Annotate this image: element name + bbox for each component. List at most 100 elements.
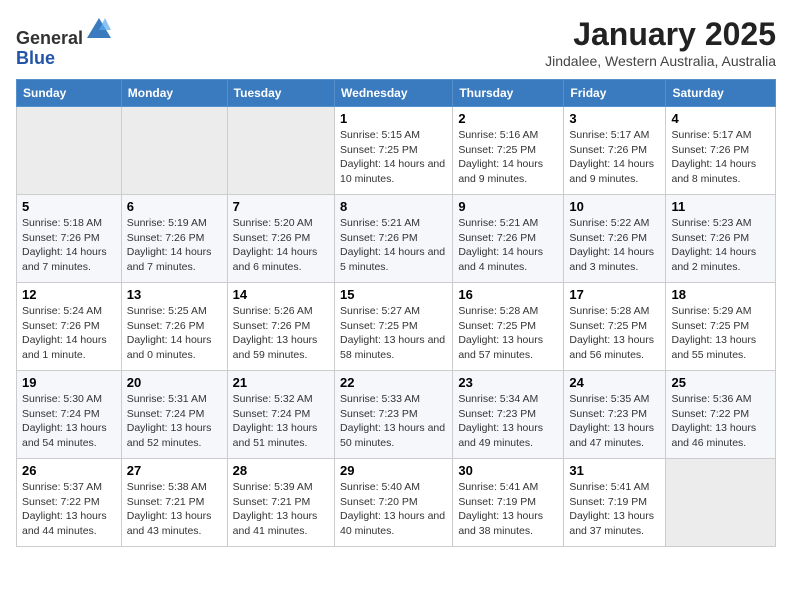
day-number: 27 (127, 463, 222, 478)
day-info: Sunrise: 5:17 AMSunset: 7:26 PMDaylight:… (671, 128, 770, 187)
calendar-week-row: 26Sunrise: 5:37 AMSunset: 7:22 PMDayligh… (17, 459, 776, 547)
day-info: Sunrise: 5:38 AMSunset: 7:21 PMDaylight:… (127, 480, 222, 539)
calendar-cell: 3 Sunrise: 5:17 AMSunset: 7:26 PMDaylight… (564, 107, 666, 195)
day-number: 22 (340, 375, 447, 390)
day-info: Sunrise: 5:15 AMSunset: 7:25 PMDaylight:… (340, 128, 447, 187)
calendar-cell: 22 Sunrise: 5:33 AMSunset: 7:23 PMDayligh… (335, 371, 453, 459)
day-info: Sunrise: 5:27 AMSunset: 7:25 PMDaylight:… (340, 304, 447, 363)
day-info: Sunrise: 5:21 AMSunset: 7:26 PMDaylight:… (458, 216, 558, 275)
logo-blue: Blue (16, 48, 55, 68)
day-number: 10 (569, 199, 660, 214)
day-info: Sunrise: 5:31 AMSunset: 7:24 PMDaylight:… (127, 392, 222, 451)
day-number: 7 (233, 199, 329, 214)
calendar-cell: 20Sunrise: 5:31 AMSunset: 7:24 PMDayligh… (121, 371, 227, 459)
day-number: 14 (233, 287, 329, 302)
calendar-cell (666, 459, 776, 547)
calendar-cell: 27 Sunrise: 5:38 AMSunset: 7:21 PMDayligh… (121, 459, 227, 547)
day-info: Sunrise: 5:25 AMSunset: 7:26 PMDaylight:… (127, 304, 222, 363)
day-number: 31 (569, 463, 660, 478)
calendar-cell: 8 Sunrise: 5:21 AMSunset: 7:26 PMDaylight… (335, 195, 453, 283)
day-number: 6 (127, 199, 222, 214)
calendar-cell: 15Sunrise: 5:27 AMSunset: 7:25 PMDayligh… (335, 283, 453, 371)
day-info: Sunrise: 5:30 AMSunset: 7:24 PMDaylight:… (22, 392, 116, 451)
calendar-cell: 18 Sunrise: 5:29 AMSunset: 7:25 PMDayligh… (666, 283, 776, 371)
day-info: Sunrise: 5:39 AMSunset: 7:21 PMDaylight:… (233, 480, 329, 539)
day-info: Sunrise: 5:34 AMSunset: 7:23 PMDaylight:… (458, 392, 558, 451)
day-info: Sunrise: 5:35 AMSunset: 7:23 PMDaylight:… (569, 392, 660, 451)
calendar-cell: 2 Sunrise: 5:16 AMSunset: 7:25 PMDaylight… (453, 107, 564, 195)
day-info: Sunrise: 5:29 AMSunset: 7:25 PMDaylight:… (671, 304, 770, 363)
calendar-cell: 21 Sunrise: 5:32 AMSunset: 7:24 PMDayligh… (227, 371, 334, 459)
calendar-cell: 10 Sunrise: 5:22 AMSunset: 7:26 PMDayligh… (564, 195, 666, 283)
col-header-wednesday: Wednesday (335, 80, 453, 107)
day-number: 11 (671, 199, 770, 214)
day-info: Sunrise: 5:17 AMSunset: 7:26 PMDaylight:… (569, 128, 660, 187)
day-info: Sunrise: 5:19 AMSunset: 7:26 PMDaylight:… (127, 216, 222, 275)
calendar-cell: 25 Sunrise: 5:36 AMSunset: 7:22 PMDayligh… (666, 371, 776, 459)
calendar-cell: 4 Sunrise: 5:17 AMSunset: 7:26 PMDaylight… (666, 107, 776, 195)
calendar-cell: 6 Sunrise: 5:19 AMSunset: 7:26 PMDaylight… (121, 195, 227, 283)
calendar-cell: 23 Sunrise: 5:34 AMSunset: 7:23 PMDayligh… (453, 371, 564, 459)
day-info: Sunrise: 5:23 AMSunset: 7:26 PMDaylight:… (671, 216, 770, 275)
day-info: Sunrise: 5:16 AMSunset: 7:25 PMDaylight:… (458, 128, 558, 187)
calendar-cell: 12Sunrise: 5:24 AMSunset: 7:26 PMDayligh… (17, 283, 122, 371)
calendar-cell: 31 Sunrise: 5:41 AMSunset: 7:19 PMDayligh… (564, 459, 666, 547)
calendar-cell: 7 Sunrise: 5:20 AMSunset: 7:26 PMDaylight… (227, 195, 334, 283)
col-header-monday: Monday (121, 80, 227, 107)
day-number: 28 (233, 463, 329, 478)
logo-general: General (16, 28, 83, 48)
calendar-week-row: 1 Sunrise: 5:15 AMSunset: 7:25 PMDaylight… (17, 107, 776, 195)
day-info: Sunrise: 5:21 AMSunset: 7:26 PMDaylight:… (340, 216, 447, 275)
day-info: Sunrise: 5:41 AMSunset: 7:19 PMDaylight:… (569, 480, 660, 539)
day-number: 26 (22, 463, 116, 478)
day-info: Sunrise: 5:26 AMSunset: 7:26 PMDaylight:… (233, 304, 329, 363)
day-number: 5 (22, 199, 116, 214)
col-header-thursday: Thursday (453, 80, 564, 107)
col-header-tuesday: Tuesday (227, 80, 334, 107)
day-info: Sunrise: 5:28 AMSunset: 7:25 PMDaylight:… (569, 304, 660, 363)
calendar-week-row: 12Sunrise: 5:24 AMSunset: 7:26 PMDayligh… (17, 283, 776, 371)
day-number: 30 (458, 463, 558, 478)
calendar-cell: 13 Sunrise: 5:25 AMSunset: 7:26 PMDayligh… (121, 283, 227, 371)
day-number: 16 (458, 287, 558, 302)
day-number: 12 (22, 287, 116, 302)
day-number: 8 (340, 199, 447, 214)
day-number: 1 (340, 111, 447, 126)
day-number: 13 (127, 287, 222, 302)
day-info: Sunrise: 5:40 AMSunset: 7:20 PMDaylight:… (340, 480, 447, 539)
day-number: 29 (340, 463, 447, 478)
col-header-saturday: Saturday (666, 80, 776, 107)
calendar-cell (17, 107, 122, 195)
calendar-header-row: SundayMondayTuesdayWednesdayThursdayFrid… (17, 80, 776, 107)
day-info: Sunrise: 5:22 AMSunset: 7:26 PMDaylight:… (569, 216, 660, 275)
calendar-cell: 26Sunrise: 5:37 AMSunset: 7:22 PMDayligh… (17, 459, 122, 547)
day-info: Sunrise: 5:41 AMSunset: 7:19 PMDaylight:… (458, 480, 558, 539)
day-info: Sunrise: 5:18 AMSunset: 7:26 PMDaylight:… (22, 216, 116, 275)
day-number: 21 (233, 375, 329, 390)
day-number: 9 (458, 199, 558, 214)
calendar-week-row: 5 Sunrise: 5:18 AMSunset: 7:26 PMDaylight… (17, 195, 776, 283)
title-block: January 2025 Jindalee, Western Australia… (545, 16, 776, 69)
day-number: 3 (569, 111, 660, 126)
calendar-cell (227, 107, 334, 195)
calendar-table: SundayMondayTuesdayWednesdayThursdayFrid… (16, 79, 776, 547)
calendar-cell: 28 Sunrise: 5:39 AMSunset: 7:21 PMDayligh… (227, 459, 334, 547)
page-title: January 2025 (545, 16, 776, 53)
day-number: 4 (671, 111, 770, 126)
calendar-cell: 17Sunrise: 5:28 AMSunset: 7:25 PMDayligh… (564, 283, 666, 371)
day-number: 23 (458, 375, 558, 390)
day-info: Sunrise: 5:36 AMSunset: 7:22 PMDaylight:… (671, 392, 770, 451)
calendar-week-row: 19Sunrise: 5:30 AMSunset: 7:24 PMDayligh… (17, 371, 776, 459)
day-number: 2 (458, 111, 558, 126)
day-number: 18 (671, 287, 770, 302)
calendar-cell: 11 Sunrise: 5:23 AMSunset: 7:26 PMDayligh… (666, 195, 776, 283)
day-info: Sunrise: 5:33 AMSunset: 7:23 PMDaylight:… (340, 392, 447, 451)
day-info: Sunrise: 5:32 AMSunset: 7:24 PMDaylight:… (233, 392, 329, 451)
day-number: 24 (569, 375, 660, 390)
calendar-cell: 14 Sunrise: 5:26 AMSunset: 7:26 PMDayligh… (227, 283, 334, 371)
calendar-cell: 1 Sunrise: 5:15 AMSunset: 7:25 PMDaylight… (335, 107, 453, 195)
logo-icon (85, 16, 113, 44)
page-header: General Blue January 2025 Jindalee, West… (16, 16, 776, 69)
day-number: 25 (671, 375, 770, 390)
day-info: Sunrise: 5:20 AMSunset: 7:26 PMDaylight:… (233, 216, 329, 275)
